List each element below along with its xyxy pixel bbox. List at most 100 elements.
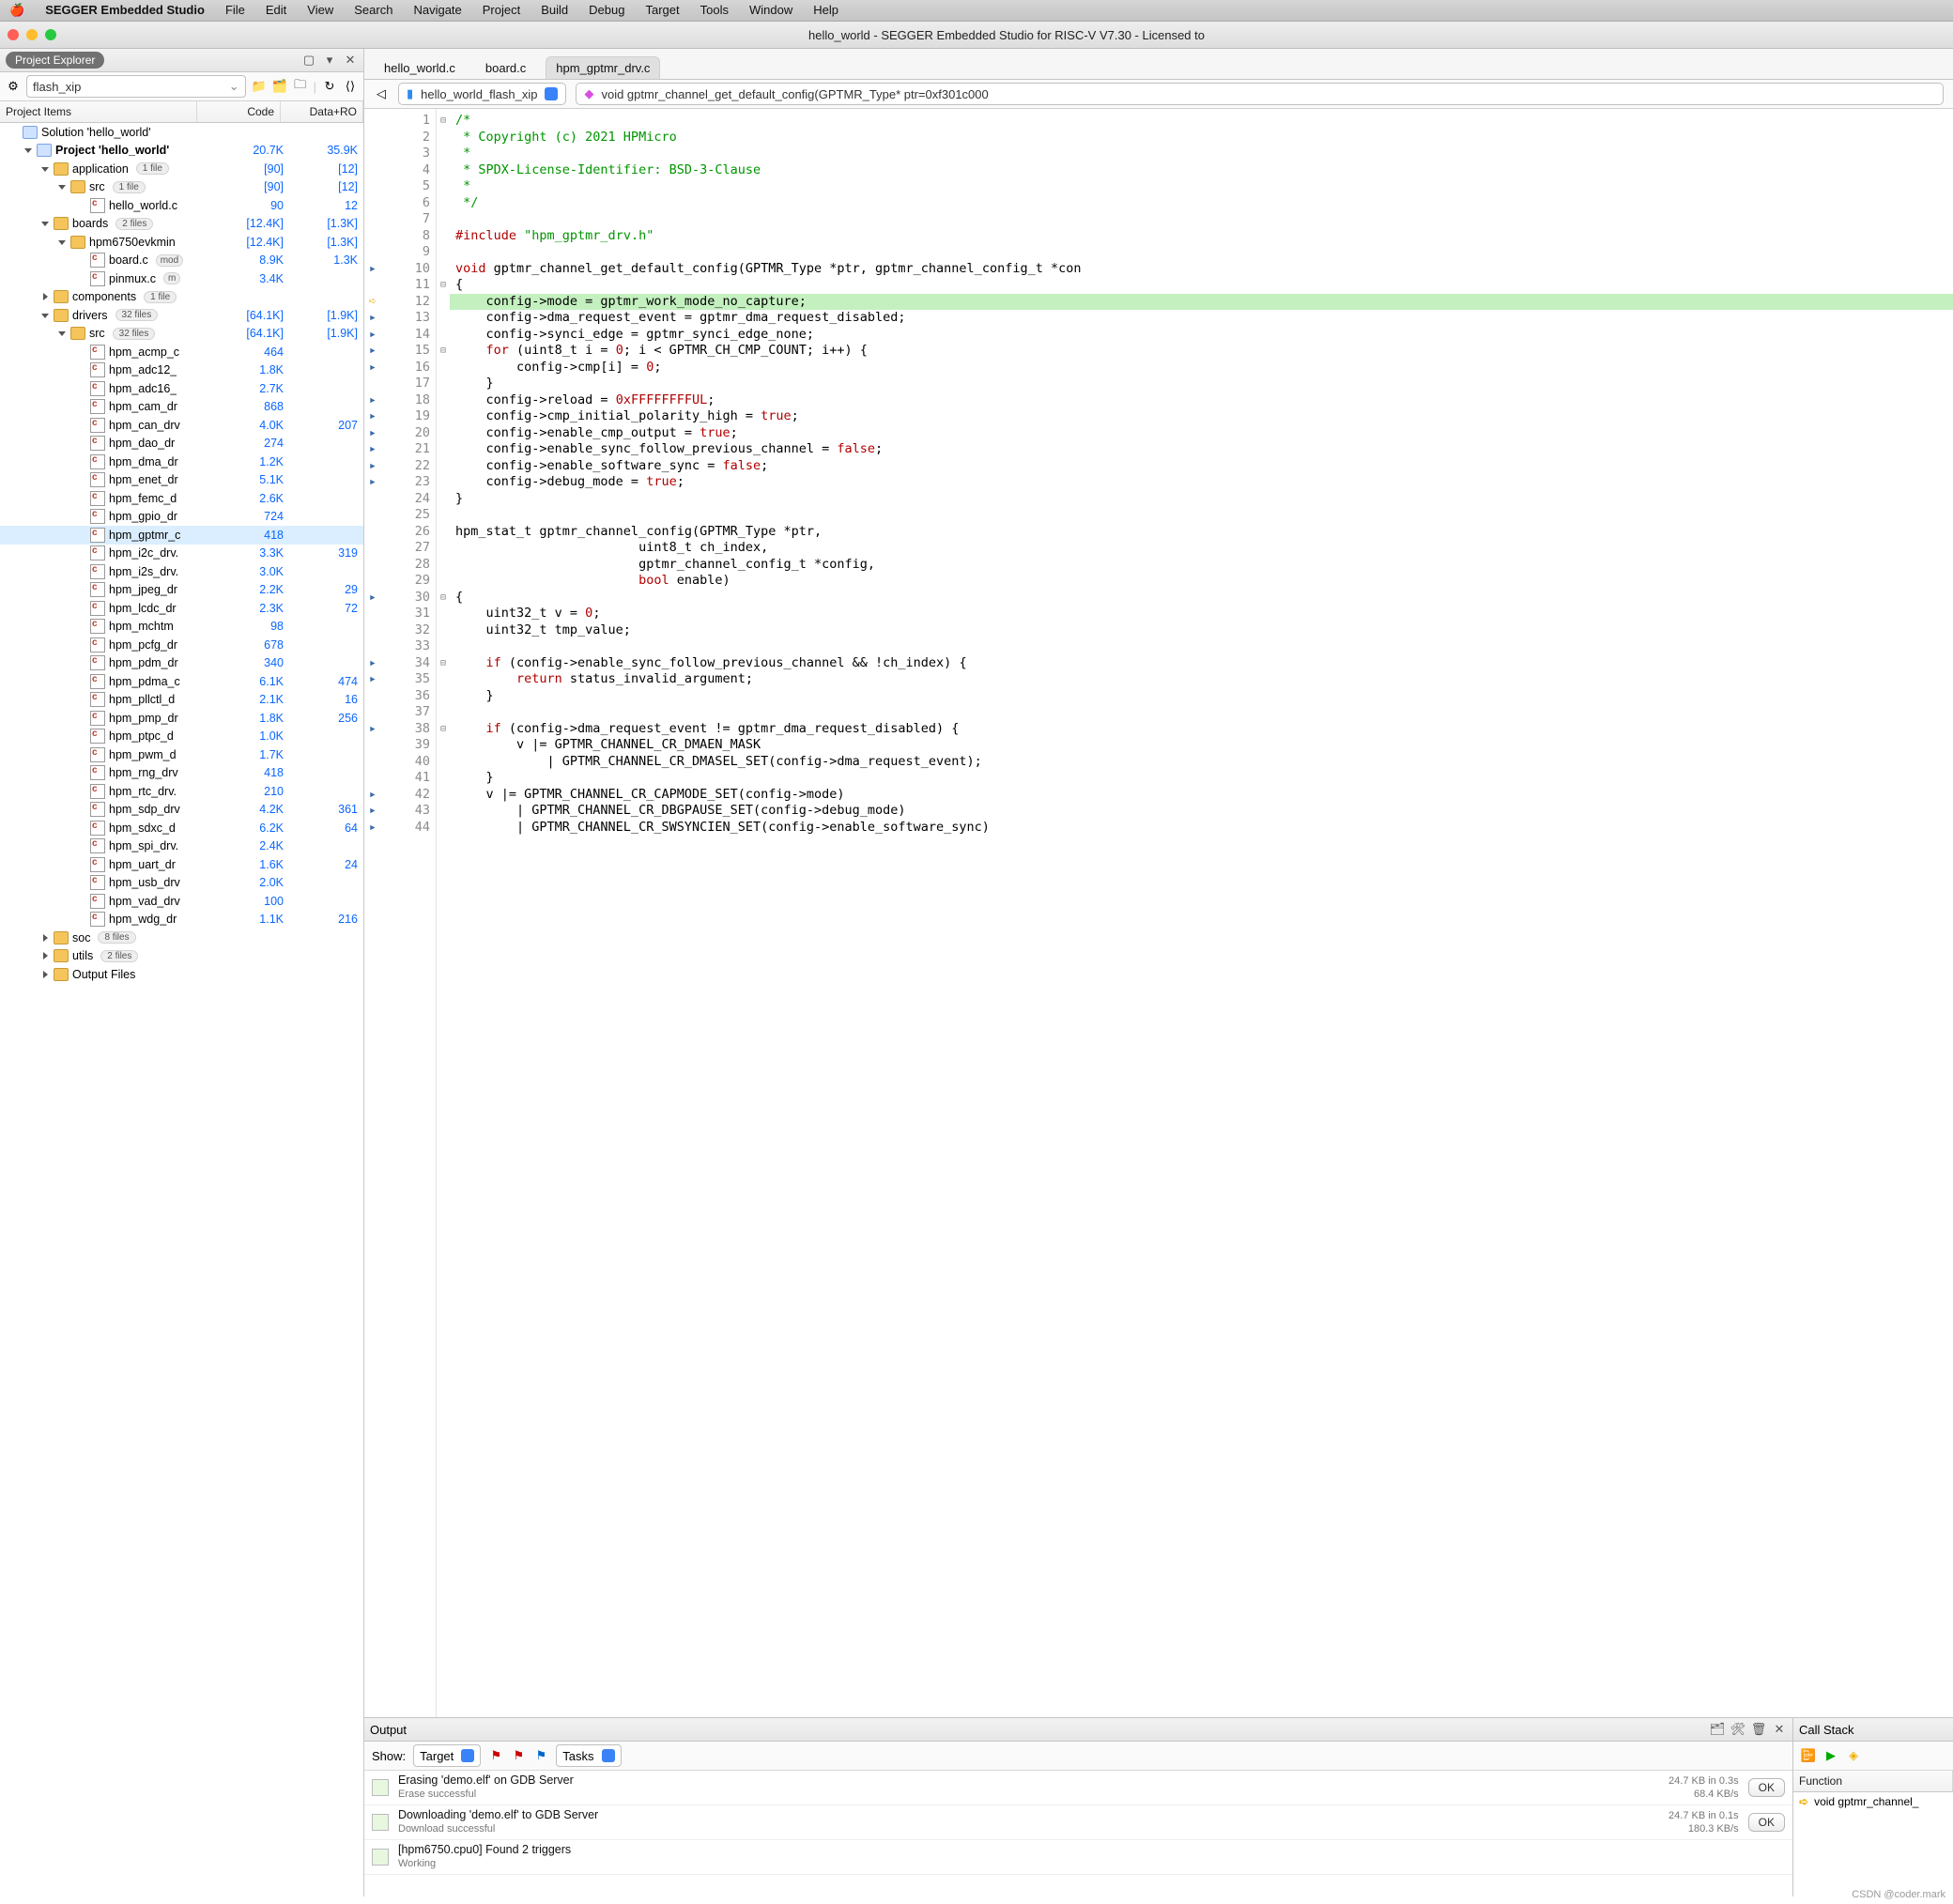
build-config-select[interactable]: flash_xip ⌄ bbox=[26, 75, 246, 98]
tree-row[interactable]: hpm_adc12_1.8K bbox=[0, 361, 363, 380]
folder-icon[interactable]: 📁 bbox=[252, 79, 267, 94]
tree-row[interactable]: hpm_lcdc_dr2.3K72 bbox=[0, 599, 363, 618]
disclosure-icon[interactable] bbox=[43, 952, 48, 960]
tree-row[interactable]: utils2 files bbox=[0, 947, 363, 966]
flag-red2-icon[interactable]: ⚑ bbox=[511, 1748, 526, 1763]
disclosure-icon[interactable] bbox=[43, 293, 48, 300]
tree-row[interactable]: hpm_gptmr_c418 bbox=[0, 526, 363, 545]
tree-row[interactable]: hpm_gpio_dr724 bbox=[0, 508, 363, 527]
tree-row[interactable]: Output Files bbox=[0, 965, 363, 984]
tree-row[interactable]: hpm_dao_dr274 bbox=[0, 435, 363, 453]
tree-row[interactable]: drivers32 files[64.1K][1.9K] bbox=[0, 306, 363, 325]
tree-row[interactable]: hpm_i2s_drv.3.0K bbox=[0, 562, 363, 581]
flag-blue-icon[interactable]: ⚑ bbox=[533, 1748, 548, 1763]
tree-row[interactable]: components1 file bbox=[0, 288, 363, 307]
tree-row[interactable]: hpm_vad_drv100 bbox=[0, 892, 363, 911]
tree-row[interactable]: hpm_dma_dr1.2K bbox=[0, 453, 363, 471]
menu-file[interactable]: File bbox=[225, 0, 245, 21]
close-icon[interactable] bbox=[8, 29, 19, 40]
tree-row[interactable]: hpm_wdg_dr1.1K216 bbox=[0, 911, 363, 929]
output-item[interactable]: Downloading 'demo.elf' to GDB ServerDown… bbox=[364, 1805, 1792, 1840]
cs-header-function[interactable]: Function bbox=[1793, 1771, 1953, 1791]
flag-red-icon[interactable]: ⚑ bbox=[488, 1748, 503, 1763]
menu-help[interactable]: Help bbox=[813, 0, 838, 21]
callstack-item[interactable]: ➪void gptmr_channel_ bbox=[1793, 1792, 1953, 1811]
tree-row[interactable]: hpm_pcfg_dr678 bbox=[0, 636, 363, 654]
zoom-icon[interactable] bbox=[45, 29, 56, 40]
menu-target[interactable]: Target bbox=[645, 0, 679, 21]
menu-edit[interactable]: Edit bbox=[266, 0, 286, 21]
tree-row[interactable]: hpm_can_drv4.0K207 bbox=[0, 416, 363, 435]
menu-project[interactable]: Project bbox=[483, 0, 520, 21]
tree-row[interactable]: application1 file[90][12] bbox=[0, 160, 363, 178]
config-icon[interactable]: ⚙︎ bbox=[6, 79, 21, 94]
disclosure-icon[interactable] bbox=[43, 971, 48, 978]
panel-window-icon[interactable]: ▢ bbox=[301, 53, 316, 68]
cs-bkmk-icon[interactable]: ◈ bbox=[1846, 1748, 1861, 1763]
tree-row[interactable]: hpm_mchtm98 bbox=[0, 618, 363, 637]
out-ico3-icon[interactable]: 🗑 bbox=[1751, 1722, 1766, 1737]
menu-segger-embedded-studio[interactable]: SEGGER Embedded Studio bbox=[45, 0, 205, 21]
tree-row[interactable]: hpm_pdm_dr340 bbox=[0, 654, 363, 673]
out-ico1-icon[interactable]: 🗂 bbox=[1710, 1722, 1725, 1737]
menu-tools[interactable]: Tools bbox=[700, 0, 729, 21]
disclosure-icon[interactable] bbox=[41, 222, 49, 226]
tree-row[interactable]: pinmux.cm3.4K bbox=[0, 269, 363, 288]
col-data-header[interactable]: Data+RO bbox=[281, 101, 363, 122]
tree-row[interactable]: board.cmod8.9K1.3K bbox=[0, 252, 363, 270]
tree-row[interactable]: src32 files[64.1K][1.9K] bbox=[0, 325, 363, 344]
tree-row[interactable]: hpm_sdxc_d6.2K64 bbox=[0, 819, 363, 837]
folder-open-icon[interactable]: 🗂️ bbox=[272, 79, 287, 94]
tree-row[interactable]: soc8 files bbox=[0, 929, 363, 947]
codeview-icon[interactable]: ⟨⟩ bbox=[343, 79, 358, 94]
window-titlebar[interactable]: hello_world - SEGGER Embedded Studio for… bbox=[0, 22, 1953, 49]
tree-row[interactable]: hpm_usb_drv2.0K bbox=[0, 874, 363, 893]
traffic-lights[interactable] bbox=[8, 29, 56, 40]
minimize-icon[interactable] bbox=[26, 29, 38, 40]
mac-menubar[interactable]: 🍎 SEGGER Embedded StudioFileEditViewSear… bbox=[0, 0, 1953, 22]
menu-navigate[interactable]: Navigate bbox=[413, 0, 461, 21]
output-close-icon[interactable]: ✕ bbox=[1772, 1722, 1787, 1737]
out-ico2-icon[interactable]: 🛠 bbox=[1730, 1722, 1745, 1737]
crumb-project[interactable]: ▮ hello_world_flash_xip bbox=[398, 83, 566, 105]
editor-tabs[interactable]: hello_world.cboard.chpm_gptmr_drv.c bbox=[364, 49, 1953, 80]
code-editor[interactable]: ▸➪▸▸▸▸▸▸▸▸▸▸▸▸▸▸▸▸▸ 12345678910111213141… bbox=[364, 109, 1953, 1717]
output-item[interactable]: Erasing 'demo.elf' on GDB ServerErase su… bbox=[364, 1771, 1792, 1805]
tree-row[interactable]: hpm_pllctl_d2.1K16 bbox=[0, 691, 363, 710]
tree-row[interactable]: hpm_pmp_dr1.8K256 bbox=[0, 709, 363, 728]
tree-row[interactable]: hpm_i2c_drv.3.3K319 bbox=[0, 545, 363, 563]
tree-row[interactable]: hpm_ptpc_d1.0K bbox=[0, 728, 363, 746]
menu-build[interactable]: Build bbox=[541, 0, 568, 21]
editor-tab[interactable]: hello_world.c bbox=[374, 56, 466, 79]
disclosure-icon[interactable] bbox=[24, 148, 32, 153]
tree-row[interactable]: hpm_adc16_2.7K bbox=[0, 379, 363, 398]
tree-row[interactable]: src1 file[90][12] bbox=[0, 178, 363, 197]
tree-row[interactable]: hpm_uart_dr1.6K24 bbox=[0, 855, 363, 874]
tree-row[interactable]: hpm_rtc_drv.210 bbox=[0, 782, 363, 801]
ok-button[interactable]: OK bbox=[1748, 1778, 1785, 1797]
panel-close-icon[interactable]: ✕ bbox=[343, 53, 358, 68]
cs-run-icon[interactable]: ▶ bbox=[1823, 1748, 1838, 1763]
callstack-list[interactable]: ➪void gptmr_channel_ bbox=[1793, 1792, 1953, 1811]
tree-row[interactable]: hpm_enet_dr5.1K bbox=[0, 471, 363, 490]
tree-row[interactable]: Solution 'hello_world' bbox=[0, 123, 363, 142]
tree-row[interactable]: hpm_acmp_c464 bbox=[0, 343, 363, 361]
refresh-icon[interactable]: ↻ bbox=[322, 79, 337, 94]
editor-tab[interactable]: hpm_gptmr_drv.c bbox=[546, 56, 660, 79]
disclosure-icon[interactable] bbox=[41, 167, 49, 172]
cs-pause-icon[interactable]: 📴 bbox=[1801, 1748, 1816, 1763]
menu-view[interactable]: View bbox=[307, 0, 333, 21]
tree-row[interactable]: hpm_pwm_d1.7K bbox=[0, 745, 363, 764]
tree-row[interactable]: hpm_rng_drv418 bbox=[0, 764, 363, 783]
menu-window[interactable]: Window bbox=[749, 0, 792, 21]
tree-row[interactable]: hpm_femc_d2.6K bbox=[0, 489, 363, 508]
project-tree[interactable]: Solution 'hello_world'Project 'hello_wor… bbox=[0, 123, 363, 1896]
col-code-header[interactable]: Code bbox=[197, 101, 281, 122]
disclosure-icon[interactable] bbox=[58, 185, 66, 190]
tree-row[interactable]: Project 'hello_world'20.7K35.9K bbox=[0, 142, 363, 161]
nav-back-icon[interactable]: ◁ bbox=[374, 86, 389, 101]
ok-button[interactable]: OK bbox=[1748, 1813, 1785, 1832]
col-items-header[interactable]: Project Items bbox=[0, 101, 197, 122]
tree-row[interactable]: boards2 files[12.4K][1.3K] bbox=[0, 215, 363, 234]
tree-row[interactable]: hpm_jpeg_dr2.2K29 bbox=[0, 581, 363, 600]
